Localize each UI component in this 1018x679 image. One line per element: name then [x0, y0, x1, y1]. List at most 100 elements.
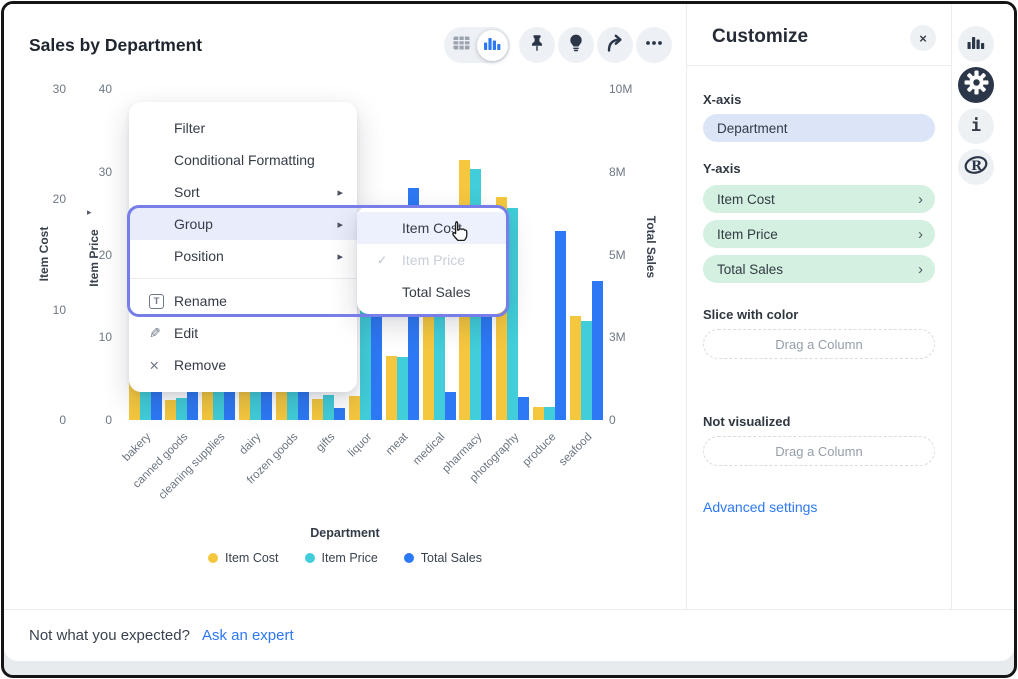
menu-item-label: Rename [174, 293, 227, 309]
tick-label-left_item_cost: 20 [34, 191, 66, 207]
advanced-settings-link[interactable]: Advanced settings [703, 499, 817, 515]
tick-label-right_total_sales: 0 [609, 412, 651, 428]
bar-total-sales-produce[interactable] [555, 231, 566, 420]
edit-icon: ✎ [149, 325, 174, 342]
right-icon-rail: i R [951, 4, 1012, 609]
footer-text: Not what you expected? [29, 627, 190, 644]
panel-divider [687, 65, 951, 66]
bar-chart-icon [967, 34, 985, 54]
submenu-item-total-sales[interactable]: Total Sales [357, 276, 507, 308]
rail-info-button[interactable]: i [958, 108, 994, 144]
menu-item-group[interactable]: Group▸ [129, 208, 357, 240]
x-axis-pill-list: Department [703, 114, 935, 149]
tick-label-left_item_price: 30 [80, 164, 112, 180]
bar-item-price-canned-goods[interactable] [176, 398, 187, 420]
legend-dot-item-price [305, 553, 315, 563]
x-icon: ✕ [149, 358, 159, 373]
not-visualized-dropzone[interactable]: Drag a Column [703, 436, 935, 466]
bar-item-price-seafood[interactable] [581, 321, 592, 420]
pill-label: Total Sales [717, 262, 783, 277]
app-window: Sales by Department [1, 1, 1017, 678]
group-submenu: Item Cost✓Item PriceTotal Sales [357, 206, 507, 314]
context-menu: FilterConditional FormattingSort▸Group▸P… [129, 102, 357, 392]
customize-panel-title: Customize [712, 26, 808, 48]
bar-item-price-produce[interactable] [544, 407, 555, 420]
slice-with-color-dropzone[interactable]: Drag a Column [703, 329, 935, 359]
not-visualized-label: Not visualized [703, 414, 790, 429]
pill-department[interactable]: Department [703, 114, 935, 142]
legend-item-item-cost[interactable]: Item Cost [208, 551, 279, 565]
app-surface: Sales by Department [4, 4, 1014, 661]
pill-item-cost[interactable]: Item Cost› [703, 185, 935, 213]
ask-an-expert-link[interactable]: Ask an expert [202, 627, 294, 644]
customize-panel: Customize × X-axis Department Y-axis Ite… [686, 4, 951, 609]
bar-item-price-liquor[interactable] [360, 304, 371, 420]
tick-label-left_item_price: 10 [80, 329, 112, 345]
svg-text:R: R [971, 159, 982, 174]
pill-item-price[interactable]: Item Price› [703, 220, 935, 248]
legend-label: Item Price [322, 551, 378, 565]
legend-item-total-sales[interactable]: Total Sales [404, 551, 482, 565]
menu-item-label: Edit [174, 325, 198, 341]
menu-item-label: Group [174, 216, 213, 232]
menu-item-label: Position [174, 248, 224, 264]
bar-total-sales-gifts[interactable] [334, 408, 345, 420]
bar-total-sales-seafood[interactable] [592, 281, 603, 420]
rename-icon: T [149, 294, 164, 309]
bar-total-sales-liquor[interactable] [371, 301, 382, 420]
menu-item-rename[interactable]: T Rename [129, 285, 357, 317]
pencil-icon: ✎ [149, 325, 161, 342]
slice-with-color-label: Slice with color [703, 307, 798, 322]
submenu-arrow-icon: ▸ [337, 250, 343, 263]
tick-label-left_item_cost: 30 [34, 81, 66, 97]
tick-label-left_item_cost: 10 [34, 302, 66, 318]
legend-dot-item-cost [208, 553, 218, 563]
menu-item-filter[interactable]: Filter [129, 112, 357, 144]
bar-item-cost-meat[interactable] [386, 356, 397, 420]
submenu-item-item-cost[interactable]: Item Cost [357, 212, 507, 244]
r-logo-icon: R [963, 154, 989, 181]
info-icon: i [971, 116, 981, 136]
rail-settings-button[interactable] [958, 67, 994, 103]
chart-card: Sales by Department [4, 4, 686, 609]
item-price-axis-caret-icon: ▸ [87, 207, 92, 218]
menu-item-label: Remove [174, 357, 226, 373]
submenu-item-label: Item Price [402, 252, 465, 268]
bar-item-price-photography[interactable] [507, 208, 518, 420]
chevron-right-icon: › [918, 226, 923, 243]
x-axis-section-label: X-axis [703, 92, 741, 107]
rail-chart-button[interactable] [958, 26, 994, 62]
menu-item-position[interactable]: Position ▸ [129, 240, 357, 272]
tick-label-right_total_sales: 10M [609, 81, 651, 97]
hand-cursor-icon [447, 220, 473, 251]
bar-item-cost-canned-goods[interactable] [165, 400, 176, 420]
bar-item-cost-seafood[interactable] [570, 316, 581, 420]
bar-item-cost-liquor[interactable] [349, 396, 360, 420]
menu-item-conditional-formatting[interactable]: Conditional Formatting [129, 144, 357, 176]
y-axis-pill-list: Item Cost› Item Price› Total Sales › [703, 185, 935, 290]
tick-label-left_item_price: 20 [80, 247, 112, 263]
bar-total-sales-medical[interactable] [445, 392, 456, 420]
bar-item-price-meat[interactable] [397, 357, 408, 420]
rail-r-logo-button[interactable]: R [958, 149, 994, 185]
menu-item-remove[interactable]: ✕ Remove [129, 349, 357, 381]
submenu-item-item-price[interactable]: ✓Item Price [357, 244, 507, 276]
menu-item-sort[interactable]: Sort▸ [129, 176, 357, 208]
pill-total-sales[interactable]: Total Sales › [703, 255, 935, 283]
bar-item-cost-produce[interactable] [533, 407, 544, 420]
menu-separator [129, 278, 357, 279]
bar-item-cost-gifts[interactable] [312, 399, 323, 420]
bar-item-price-gifts[interactable] [323, 395, 334, 420]
remove-icon: ✕ [149, 358, 174, 373]
menu-item-edit[interactable]: ✎ Edit [129, 317, 357, 349]
chevron-right-icon: › [918, 261, 923, 278]
bar-total-sales-photography[interactable] [518, 397, 529, 420]
legend-dot-total-sales [404, 553, 414, 563]
legend-item-item-price[interactable]: Item Price [305, 551, 378, 565]
close-panel-button[interactable]: × [910, 25, 936, 51]
menu-item-label: Filter [174, 120, 205, 136]
chevron-right-icon: › [918, 191, 923, 208]
tick-label-right_total_sales: 8M [609, 164, 651, 180]
chart-legend: Item Cost Item Price Total Sales [4, 551, 686, 565]
checkmark-icon: ✓ [377, 253, 402, 267]
